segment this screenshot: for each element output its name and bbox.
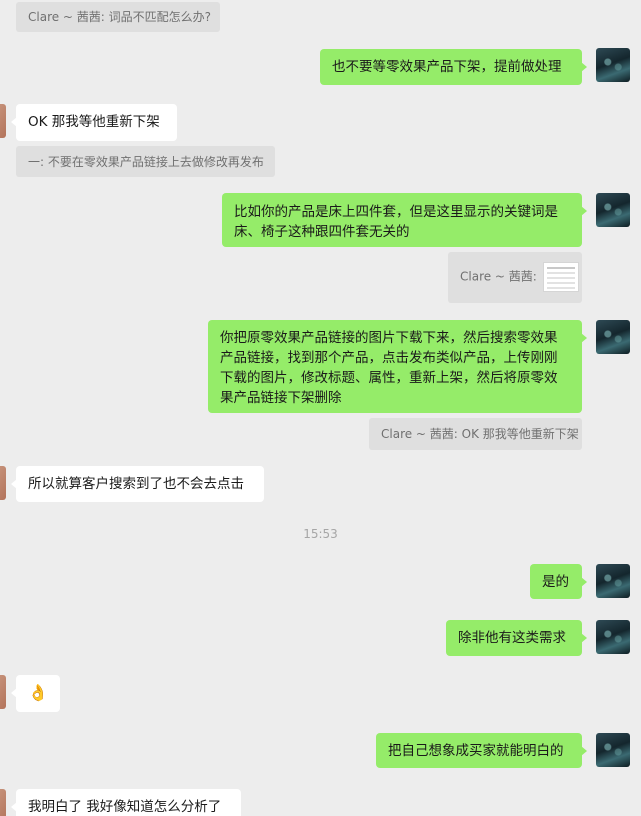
my-avatar[interactable]	[596, 733, 630, 767]
message-text: OK 那我等他重新下架	[28, 114, 160, 130]
my-avatar[interactable]	[596, 620, 630, 654]
message-bubble-sent[interactable]: 把自己想象成买家就能明白的	[376, 733, 587, 768]
my-avatar[interactable]	[596, 564, 630, 598]
my-avatar[interactable]	[596, 193, 630, 227]
message-text: 所以就算客户搜索到了也不会去点击	[28, 476, 244, 492]
message-bubble-sent[interactable]: 也不要等零效果产品下架，提前做处理	[320, 49, 587, 85]
message-bubble-sent[interactable]: 比如你的产品是床上四件套，但是这里显示的关键词是床、椅子这种跟四件套无关的	[222, 193, 587, 247]
quoted-message[interactable]: Clare ~ 茜茜: OK 那我等他重新下架	[369, 418, 582, 450]
quote-text: Clare ~ 茜茜: 词品不匹配怎么办?	[28, 10, 212, 24]
ok-hand-emoji: 👌	[28, 683, 48, 702]
message-bubble-received[interactable]: 👌	[11, 675, 60, 712]
contact-avatar[interactable]	[0, 675, 6, 709]
quoted-image-thumbnail[interactable]	[542, 262, 579, 292]
message-text: 把自己想象成买家就能明白的	[388, 743, 564, 759]
message-text: 也不要等零效果产品下架，提前做处理	[332, 59, 562, 75]
message-text: 我明白了 我好像知道怎么分析了	[28, 799, 222, 815]
my-avatar[interactable]	[596, 320, 630, 354]
contact-avatar[interactable]	[0, 789, 6, 816]
timestamp: 15:53	[303, 527, 338, 541]
message-bubble-sent[interactable]: 是的	[530, 564, 587, 599]
message-bubble-sent[interactable]: 你把原零效果产品链接的图片下载下来，然后搜索零效果产品链接，找到那个产品，点击发…	[208, 320, 587, 413]
my-avatar[interactable]	[596, 48, 630, 82]
quoted-message[interactable]: 一: 不要在零效果产品链接上去做修改再发布	[16, 146, 275, 177]
contact-avatar[interactable]	[0, 104, 6, 138]
message-bubble-received[interactable]: 所以就算客户搜索到了也不会去点击	[11, 466, 264, 502]
contact-avatar[interactable]	[0, 466, 6, 500]
quote-text: 一: 不要在零效果产品链接上去做修改再发布	[28, 155, 264, 169]
message-text: 比如你的产品是床上四件套，但是这里显示的关键词是床、椅子这种跟四件套无关的	[234, 204, 558, 240]
message-bubble-received[interactable]: OK 那我等他重新下架	[11, 104, 177, 141]
message-text: 是的	[542, 574, 569, 590]
quoted-message[interactable]: Clare ~ 茜茜:	[448, 252, 582, 303]
message-text: 除非他有这类需求	[458, 630, 566, 646]
quote-text: Clare ~ 茜茜: OK 那我等他重新下架	[381, 427, 579, 441]
message-text: 你把原零效果产品链接的图片下载下来，然后搜索零效果产品链接，找到那个产品，点击发…	[220, 330, 558, 406]
quote-text: Clare ~ 茜茜:	[460, 269, 537, 284]
message-bubble-sent[interactable]: 除非他有这类需求	[446, 620, 587, 656]
chat-window: Clare ~ 茜茜: 词品不匹配怎么办? 也不要等零效果产品下架，提前做处理 …	[0, 0, 641, 816]
message-bubble-received[interactable]: 我明白了 我好像知道怎么分析了	[11, 789, 241, 816]
quoted-message[interactable]: Clare ~ 茜茜: 词品不匹配怎么办?	[16, 2, 220, 32]
